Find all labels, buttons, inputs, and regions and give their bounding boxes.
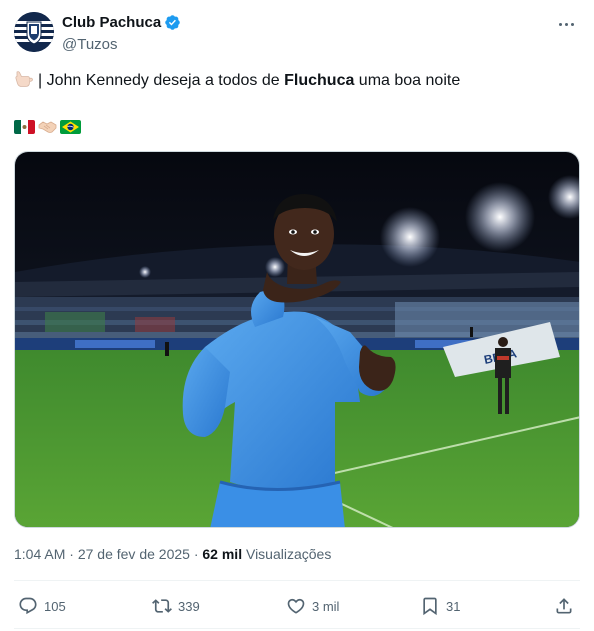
- emoji-flags-row: [14, 120, 81, 134]
- tweet-actions: 105 339 3 mil 31: [14, 590, 580, 622]
- heart-icon: [287, 598, 305, 614]
- tweet-header: Club Pachuca @Tuzos: [14, 12, 580, 56]
- reply-icon: [19, 597, 37, 615]
- more-dot-icon: [564, 22, 568, 26]
- handshake-emoji: [38, 120, 57, 134]
- author-handle[interactable]: @Tuzos: [62, 36, 118, 53]
- call-me-hand-emoji: [14, 70, 34, 88]
- divider: [14, 628, 580, 629]
- bookmark-count: 31: [446, 598, 461, 614]
- more-options-button[interactable]: [552, 12, 580, 36]
- mexico-flag: [14, 120, 35, 134]
- verified-badge-icon: [164, 14, 181, 31]
- tweet-media-photo[interactable]: BBVA: [14, 151, 580, 528]
- bookmark-button[interactable]: 31: [420, 590, 460, 622]
- more-dot-icon: [570, 22, 574, 26]
- stadium-photo: BBVA: [15, 152, 579, 527]
- bookmark-icon: [423, 597, 437, 616]
- views-count[interactable]: 62 mil: [202, 546, 242, 562]
- club-pachuca-crest-icon: [14, 12, 54, 52]
- like-button[interactable]: 3 mil: [286, 590, 339, 622]
- name-row: Club Pachuca: [62, 14, 181, 31]
- tweet-time[interactable]: 1:04 AM: [14, 546, 65, 562]
- more-dot-icon: [558, 22, 562, 26]
- meta-separator: ·: [65, 546, 78, 562]
- tweet-date[interactable]: 27 de fev de 2025: [78, 546, 190, 562]
- tweet-text: | John Kennedy deseja a todos de Fluchuc…: [14, 70, 460, 91]
- tweet-meta: 1:04 AM · 27 de fev de 2025 · 62 mil Vis…: [14, 546, 331, 562]
- share-icon: [556, 598, 572, 614]
- retweet-count: 339: [178, 598, 200, 614]
- tweet-text-part1: | John Kennedy deseja a todos de: [38, 72, 285, 89]
- reply-count: 105: [44, 598, 66, 614]
- tweet-text-part2: uma boa noite: [354, 72, 461, 89]
- meta-separator: ·: [189, 546, 203, 562]
- author-display-name[interactable]: Club Pachuca: [62, 14, 161, 31]
- brazil-flag: [60, 120, 81, 134]
- views-label: Visualizações: [242, 546, 332, 562]
- retweet-button[interactable]: 339: [152, 590, 200, 622]
- avatar[interactable]: [14, 12, 54, 52]
- reply-button[interactable]: 105: [18, 590, 66, 622]
- tweet-text-bold: Fluchuca: [284, 72, 355, 89]
- retweet-icon: [152, 599, 172, 613]
- like-count: 3 mil: [312, 598, 340, 614]
- share-button[interactable]: [554, 590, 580, 622]
- divider: [14, 580, 580, 581]
